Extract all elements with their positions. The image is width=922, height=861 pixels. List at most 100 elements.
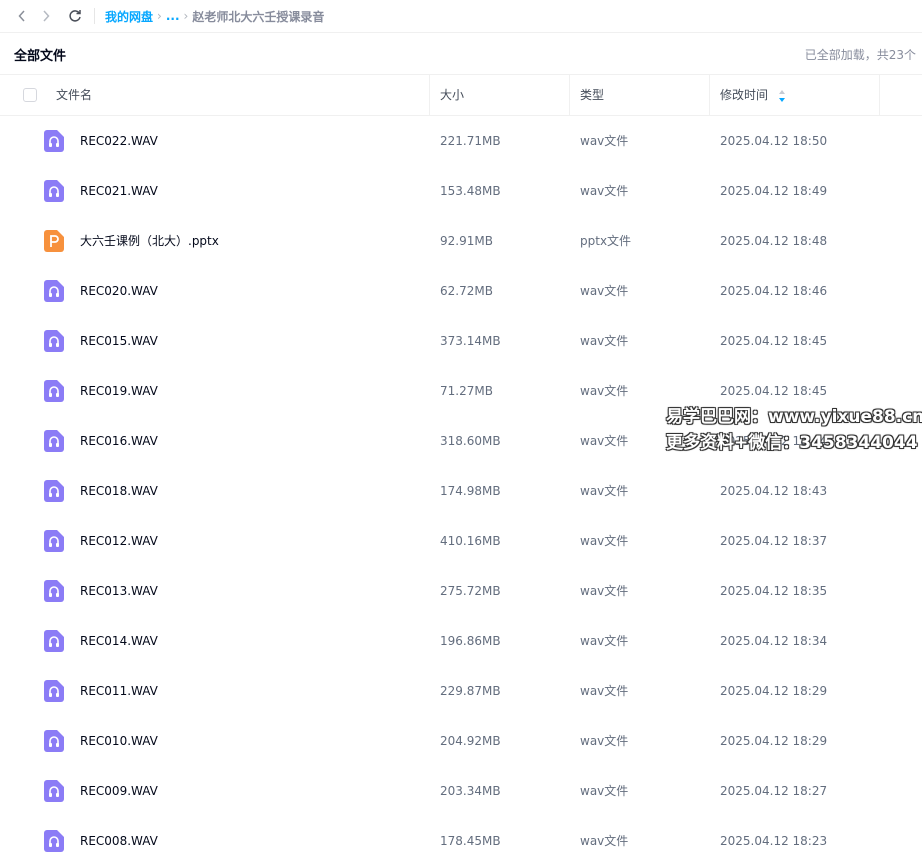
file-modified-time: 2025.04.12 18:46	[720, 284, 828, 298]
table-row[interactable]: REC016.WAV 318.60MB wav文件 2025.04.12 18:44	[0, 416, 922, 466]
refresh-button[interactable]	[66, 7, 84, 25]
audio-file-icon	[44, 430, 64, 452]
breadcrumb-current-folder: 赵老师北大六壬授课录音	[192, 9, 325, 24]
file-type: wav文件	[580, 784, 629, 798]
table-row[interactable]: REC014.WAV 196.86MB wav文件 2025.04.12 18:34	[0, 616, 922, 666]
file-size: 92.91MB	[440, 234, 493, 248]
file-modified-time: 2025.04.12 18:29	[720, 734, 828, 748]
file-name[interactable]: REC009.WAV	[80, 766, 158, 816]
file-name[interactable]: REC015.WAV	[80, 316, 158, 366]
breadcrumb-ellipsis-link[interactable]: ...	[166, 9, 180, 23]
file-modified-time: 2025.04.12 18:27	[720, 784, 828, 798]
file-size: 196.86MB	[440, 634, 501, 648]
table-row[interactable]: REC018.WAV 174.98MB wav文件 2025.04.12 18:43	[0, 466, 922, 516]
file-name[interactable]: REC012.WAV	[80, 516, 158, 566]
file-type: wav文件	[580, 684, 629, 698]
file-type: wav文件	[580, 834, 629, 848]
audio-file-icon	[44, 680, 64, 702]
breadcrumb-chevron-icon: ›	[183, 9, 189, 23]
select-all-checkbox[interactable]	[23, 88, 37, 102]
file-modified-time: 2025.04.12 18:48	[720, 234, 828, 248]
column-header-time[interactable]: 修改时间	[720, 75, 768, 116]
file-name[interactable]: REC014.WAV	[80, 616, 158, 666]
file-type: wav文件	[580, 134, 629, 148]
file-name[interactable]: REC021.WAV	[80, 166, 158, 216]
table-row[interactable]: REC009.WAV 203.34MB wav文件 2025.04.12 18:27	[0, 766, 922, 816]
file-modified-time: 2025.04.12 18:23	[720, 834, 828, 848]
table-row[interactable]: REC015.WAV 373.14MB wav文件 2025.04.12 18:45	[0, 316, 922, 366]
file-modified-time: 2025.04.12 18:43	[720, 484, 828, 498]
column-divider[interactable]	[569, 75, 570, 116]
column-divider[interactable]	[709, 75, 710, 116]
file-list-header: 全部文件 已全部加载，共23个	[0, 34, 922, 75]
audio-file-icon	[44, 330, 64, 352]
audio-file-icon	[44, 830, 64, 852]
table-row[interactable]: REC022.WAV 221.71MB wav文件 2025.04.12 18:50	[0, 116, 922, 166]
file-size: 229.87MB	[440, 684, 501, 698]
chevron-left-icon	[18, 10, 25, 22]
file-modified-time: 2025.04.12 18:44	[720, 434, 828, 448]
table-row[interactable]: REC008.WAV 178.45MB wav文件 2025.04.12 18:23	[0, 816, 922, 861]
navigation-bar: 我的网盘 › ... › 赵老师北大六壬授课录音	[0, 0, 922, 33]
file-type: wav文件	[580, 284, 629, 298]
file-type: pptx文件	[580, 234, 632, 248]
file-modified-time: 2025.04.12 18:49	[720, 184, 828, 198]
file-size: 62.72MB	[440, 284, 493, 298]
file-name[interactable]: REC010.WAV	[80, 716, 158, 766]
file-size: 373.14MB	[440, 334, 501, 348]
file-type: wav文件	[580, 484, 629, 498]
file-name[interactable]: REC020.WAV	[80, 266, 158, 316]
file-size: 410.16MB	[440, 534, 501, 548]
audio-file-icon	[44, 180, 64, 202]
back-button[interactable]	[13, 7, 31, 25]
file-name[interactable]: REC011.WAV	[80, 666, 158, 716]
file-modified-time: 2025.04.12 18:50	[720, 134, 828, 148]
table-row[interactable]: REC019.WAV 71.27MB wav文件 2025.04.12 18:45	[0, 366, 922, 416]
table-row[interactable]: 大六壬课例（北大）.pptx 92.91MB pptx文件 2025.04.12 18…	[0, 216, 922, 266]
file-name[interactable]: REC008.WAV	[80, 816, 158, 861]
file-modified-time: 2025.04.12 18:35	[720, 584, 828, 598]
file-size: 153.48MB	[440, 184, 501, 198]
column-header-name[interactable]: 文件名	[56, 75, 92, 116]
file-type: wav文件	[580, 184, 629, 198]
column-divider[interactable]	[429, 75, 430, 116]
forward-button[interactable]	[37, 7, 55, 25]
audio-file-icon	[44, 780, 64, 802]
breadcrumb-root-link[interactable]: 我的网盘	[105, 8, 153, 25]
table-row[interactable]: REC013.WAV 275.72MB wav文件 2025.04.12 18:35	[0, 566, 922, 616]
sort-arrows-icon[interactable]	[778, 89, 786, 103]
file-size: 174.98MB	[440, 484, 501, 498]
column-header-type[interactable]: 类型	[580, 75, 604, 116]
table-row[interactable]: REC010.WAV 204.92MB wav文件 2025.04.12 18:29	[0, 716, 922, 766]
file-size: 221.71MB	[440, 134, 501, 148]
file-name[interactable]: 大六壬课例（北大）.pptx	[80, 216, 219, 266]
column-header-size[interactable]: 大小	[440, 75, 464, 116]
file-modified-time: 2025.04.12 18:37	[720, 534, 828, 548]
table-row[interactable]: REC020.WAV 62.72MB wav文件 2025.04.12 18:46	[0, 266, 922, 316]
table-row[interactable]: REC012.WAV 410.16MB wav文件 2025.04.12 18:37	[0, 516, 922, 566]
file-name[interactable]: REC013.WAV	[80, 566, 158, 616]
file-name[interactable]: REC016.WAV	[80, 416, 158, 466]
file-name[interactable]: REC019.WAV	[80, 366, 158, 416]
file-size: 71.27MB	[440, 384, 493, 398]
audio-file-icon	[44, 130, 64, 152]
table-row[interactable]: REC011.WAV 229.87MB wav文件 2025.04.12 18:29	[0, 666, 922, 716]
file-list: REC022.WAV 221.71MB wav文件 2025.04.12 18:50 R…	[0, 116, 922, 861]
file-type: wav文件	[580, 634, 629, 648]
divider	[94, 8, 95, 24]
file-size: 203.34MB	[440, 784, 501, 798]
file-modified-time: 2025.04.12 18:29	[720, 684, 828, 698]
chevron-right-icon	[43, 10, 50, 22]
table-header: 文件名 大小 类型 修改时间	[0, 75, 922, 116]
file-size: 178.45MB	[440, 834, 501, 848]
file-name[interactable]: REC022.WAV	[80, 116, 158, 166]
file-type: wav文件	[580, 534, 629, 548]
file-size: 318.60MB	[440, 434, 501, 448]
column-divider[interactable]	[879, 75, 880, 116]
breadcrumb-chevron-icon: ›	[157, 9, 162, 23]
file-name[interactable]: REC018.WAV	[80, 466, 158, 516]
refresh-icon	[69, 10, 81, 22]
page-title: 全部文件	[14, 48, 67, 64]
table-row[interactable]: REC021.WAV 153.48MB wav文件 2025.04.12 18:49	[0, 166, 922, 216]
pptx-file-icon	[44, 230, 64, 252]
